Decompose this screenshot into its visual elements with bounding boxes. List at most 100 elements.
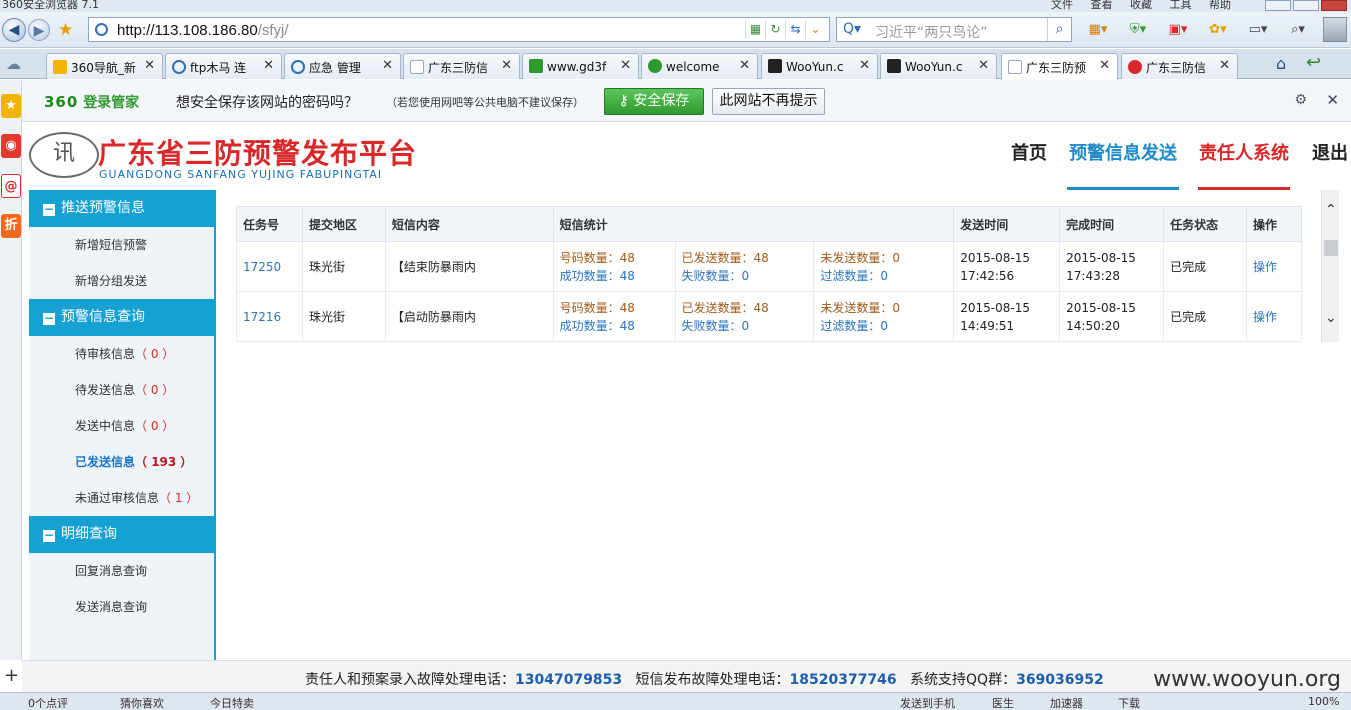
tab-label: 广东三防信	[1146, 61, 1207, 75]
find-icon[interactable]: ⌕▾	[1280, 20, 1316, 40]
scroll-thumb[interactable]	[1324, 240, 1338, 256]
guess-like-status[interactable]: 猜你喜欢	[120, 695, 164, 710]
tab-close-icon[interactable]: ✕	[501, 58, 512, 73]
tab-gd-sanfang-1[interactable]: 广东三防信 ✕	[403, 53, 520, 79]
menu-view[interactable]: 查看	[1091, 0, 1113, 11]
sidebar-item-pending-review[interactable]: 待审核信息（ 0 ）	[29, 336, 214, 372]
sidebar-section-push[interactable]: − 推送预警信息	[29, 190, 214, 227]
sidebar-item-new-group[interactable]: 新增分组发送	[29, 263, 214, 299]
menu-favorites[interactable]: 收藏	[1130, 0, 1152, 11]
download-status[interactable]: 下载	[1118, 695, 1140, 710]
minimize-button[interactable]	[1265, 0, 1291, 11]
send-to-phone-status[interactable]: 发送到手机	[900, 695, 955, 710]
mail-icon[interactable]: @	[1, 174, 21, 198]
tab-360-nav[interactable]: 360导航_新 ✕	[46, 53, 163, 79]
task-id-link[interactable]: 17250	[243, 260, 281, 274]
weibo-icon[interactable]: ◉	[1, 134, 21, 158]
accelerator-status[interactable]: 加速器	[1050, 695, 1083, 710]
home-icon[interactable]: ⌂	[1276, 54, 1286, 73]
today-sale-status[interactable]: 今日特卖	[210, 695, 254, 710]
maximize-button[interactable]	[1293, 0, 1319, 11]
tab-wooyun-1[interactable]: WooYun.c ✕	[761, 53, 878, 79]
tab-wooyun-2[interactable]: WooYun.c ✕	[880, 53, 997, 79]
compat-mode-icon[interactable]: ⇆	[785, 20, 805, 39]
menu-help[interactable]: 帮助	[1209, 0, 1231, 11]
gear-icon[interactable]: ⚙	[1294, 92, 1307, 108]
tab-close-icon[interactable]: ✕	[620, 58, 631, 73]
nav-warning-send[interactable]: 预警信息发送	[1067, 122, 1179, 190]
sidebar-item-sending[interactable]: 发送中信息（ 0 ）	[29, 408, 214, 444]
refresh-icon[interactable]: ↻	[765, 20, 785, 39]
menu-file[interactable]: 文件	[1051, 0, 1073, 11]
tab-label: WooYun.c	[905, 60, 963, 74]
url-text[interactable]: http://113.108.186.80/sfyj/	[117, 22, 289, 39]
table-row: 17216 珠光街 【启动防暴雨内 号码数量：48 成功数量：48 已发送数量：…	[236, 291, 1302, 342]
tab-gd3f[interactable]: www.gd3f ✕	[522, 53, 639, 79]
sidebar-item-reply-query[interactable]: 回复消息查询	[29, 553, 214, 589]
task-id-link[interactable]: 17216	[243, 310, 281, 324]
sidebar-item-rejected[interactable]: 未通过审核信息（ 1 ）	[29, 480, 214, 516]
tab-close-icon[interactable]: ✕	[739, 58, 750, 73]
dropdown-icon[interactable]: ⌄	[805, 20, 825, 39]
tab-close-icon[interactable]: ✕	[1219, 58, 1230, 73]
search-input[interactable]: 习近平“两只鸟论”	[875, 22, 988, 42]
tab-close-icon[interactable]: ✕	[144, 58, 155, 73]
nav-logout[interactable]: 退出	[1308, 122, 1351, 190]
sidebar-section-query[interactable]: − 预警信息查询	[29, 299, 214, 336]
plus-icon[interactable]: +	[4, 665, 19, 686]
sidebar-item-sent[interactable]: 已发送信息（ 193 ）	[29, 444, 214, 480]
tab-ftp[interactable]: ftp木马 连 ✕	[165, 53, 282, 79]
tab-welcome[interactable]: welcome ✕	[641, 53, 758, 79]
user-avatar[interactable]	[1323, 17, 1347, 42]
search-icon[interactable]: ⌕	[1047, 18, 1071, 41]
tab-close-icon[interactable]: ✕	[382, 58, 393, 73]
apps-icon[interactable]: ▦▾	[1080, 20, 1116, 40]
sidebar-section-detail[interactable]: − 明细查询	[29, 516, 214, 553]
save-password-button[interactable]: ⚷ 安全保存	[604, 88, 704, 115]
region-cell: 珠光街	[301, 291, 386, 342]
pdf-icon[interactable]: ▣▾	[1160, 20, 1196, 40]
sidebar-item-pending-send[interactable]: 待发送信息（ 0 ）	[29, 372, 214, 408]
zoom-status[interactable]: 100%	[1308, 695, 1339, 708]
tab-emergency[interactable]: 应急 管理 ✕	[284, 53, 401, 79]
tab-close-icon[interactable]: ✕	[978, 58, 989, 73]
game-icon[interactable]: ✿▾	[1200, 20, 1236, 40]
action-link[interactable]: 操作	[1253, 310, 1277, 324]
search-box[interactable]: Q▾ 习近平“两只鸟论” ⌕	[836, 17, 1072, 42]
favorite-star-icon[interactable]: ★	[58, 20, 73, 40]
screenshot-icon[interactable]: ▭▾	[1240, 20, 1276, 40]
doctor-status[interactable]: 医生	[992, 695, 1014, 710]
content-cell: 【启动防暴雨内	[384, 291, 554, 342]
favorites-star-icon[interactable]: ★	[1, 94, 21, 118]
sidebar-item-send-query[interactable]: 发送消息查询	[29, 589, 214, 625]
undo-arrow-icon[interactable]: ↩	[1306, 52, 1321, 73]
close-icon[interactable]: ✕	[1326, 91, 1339, 109]
close-window-button[interactable]	[1321, 0, 1347, 11]
tab-gd-sanfang-2[interactable]: 广东三防信 ✕	[1121, 53, 1238, 79]
tab-close-icon[interactable]: ✕	[1099, 58, 1110, 73]
address-bar[interactable]: http://113.108.186.80/sfyj/ ▦ ↻ ⇆ ⌄	[88, 17, 830, 42]
qr-code-icon[interactable]: ▦	[745, 20, 765, 39]
forward-button[interactable]: ▶	[28, 19, 50, 41]
nav-home[interactable]: 首页	[1004, 122, 1054, 190]
sidebar-item-new-sms[interactable]: 新增短信预警	[29, 227, 214, 263]
tab-close-icon[interactable]: ✕	[263, 58, 274, 73]
never-remind-button[interactable]: 此网站不再提示	[712, 88, 825, 115]
tab-gd-sanfang-active[interactable]: 广东三防预 ✕	[1001, 53, 1118, 80]
security-icon[interactable]: ⛨▾	[1120, 20, 1156, 40]
page-icon	[95, 23, 108, 36]
sent-tasks-table: 任务号 提交地区 短信内容 短信统计 发送时间 完成时间 任务状态 操作 172…	[236, 206, 1302, 342]
menu-tools[interactable]: 工具	[1170, 0, 1192, 11]
scroll-down-icon[interactable]: ⌄	[1325, 310, 1337, 326]
cloud-icon[interactable]: ☁	[6, 55, 21, 73]
action-link[interactable]: 操作	[1253, 260, 1277, 274]
back-button[interactable]: ◀	[2, 18, 26, 42]
tab-close-icon[interactable]: ✕	[859, 58, 870, 73]
search-engine-icon[interactable]: Q▾	[843, 21, 861, 37]
nav-responsible-system[interactable]: 责任人系统	[1198, 122, 1290, 190]
scroll-up-icon[interactable]: ⌃	[1325, 202, 1337, 218]
table-scrollbar[interactable]: ⌃ ⌄	[1321, 190, 1339, 342]
stat-sent-failed: 已发送数量：48 失败数量：0	[674, 241, 815, 292]
comments-status[interactable]: 0个点评	[28, 695, 68, 710]
discount-icon[interactable]: 折	[1, 214, 21, 238]
